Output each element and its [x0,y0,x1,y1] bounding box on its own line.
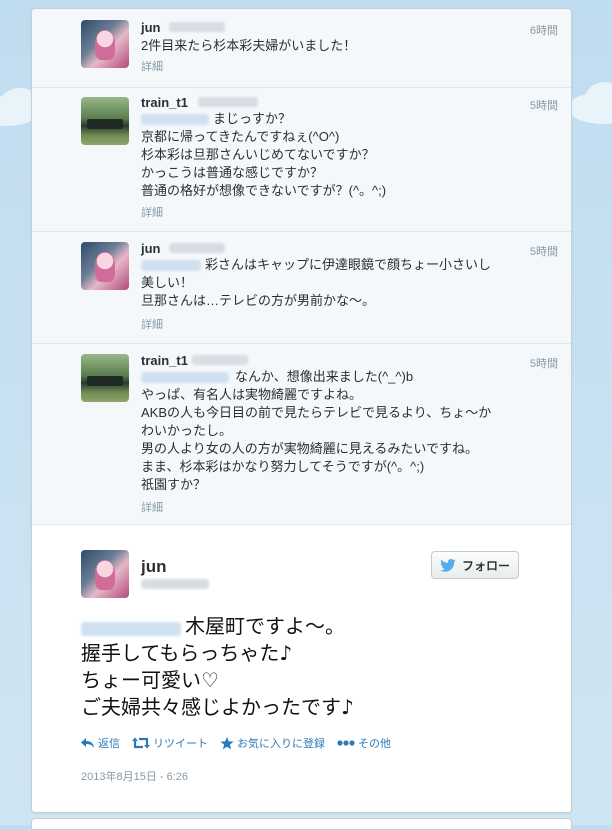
tweet-actions: 返信 リツイート お気に入りに登録 その他 [81,735,391,751]
tweet-text: 彩さんはキャップに伊達眼鏡で顔ちょー小さいし 美しい！ 旦那さんは…テレビの方が… [141,257,492,308]
reply-tweet[interactable]: jun 6時間 2件目来たら杉本彩夫婦がいました！ 詳細 [32,9,571,88]
username[interactable]: train_t1 [141,95,188,110]
reply-arrow-icon [81,737,94,748]
tweet-time[interactable]: 6時間 [498,22,558,38]
star-icon [220,736,234,749]
reply-action[interactable]: 返信 [81,735,120,751]
username[interactable]: jun [141,20,161,35]
retweet-icon [132,737,150,749]
redacted-handle [141,579,209,589]
more-action[interactable]: その他 [337,735,391,751]
main-username[interactable]: jun [141,557,167,577]
reply-tweet[interactable]: train_t1 5時間 まじっすか？ 京都に帰ってきたんですねぇ(^O^) 杉… [32,88,571,232]
redacted-handle [169,22,225,32]
reply-label: 返信 [98,738,120,750]
user-avatar[interactable] [81,242,129,290]
tweet-text: なんか、想像出来ました(^_^)b やっぱ、有名人は実物綺麗ですよね。 AKBの… [141,369,492,492]
main-tweet-line: 木屋町ですよ〜。 [185,614,345,638]
tweet-text: 2件目来たら杉本彩夫婦がいました！ [141,38,357,53]
tweet-text: まじっすか？ 京都に帰ってきたんですねぇ(^O^) 杉本彩は旦那さんいじめてない… [141,111,387,198]
tweet-timestamp[interactable]: 2013年8月15日 - 6:26 [81,768,188,784]
redacted-handle [169,243,225,253]
favorite-label: お気に入りに登録 [237,738,325,750]
details-link[interactable]: 詳細 [141,316,163,332]
user-avatar[interactable] [81,354,129,402]
retweet-action[interactable]: リツイート [132,735,208,751]
main-tweet-line: ちょー可愛い♡ [81,668,219,692]
retweet-label: リツイート [153,738,208,750]
more-dots-icon [337,740,355,746]
details-link[interactable]: 詳細 [141,58,163,74]
main-tweet-text: 木屋町ですよ〜。 握手してもらっちゃた♪ ちょー可愛い♡ ご夫婦共々感じよかった… [81,613,541,721]
details-link[interactable]: 詳細 [141,204,163,220]
main-tweet-line: 握手してもらっちゃた♪ [81,641,293,665]
details-link[interactable]: 詳細 [141,499,163,515]
main-user-avatar[interactable] [81,550,129,598]
follow-button[interactable]: フォロー [431,551,519,579]
conversation-panel: jun 6時間 2件目来たら杉本彩夫婦がいました！ 詳細 train_t1 5時… [31,8,572,813]
user-avatar[interactable] [81,20,129,68]
favorite-action[interactable]: お気に入りに登録 [220,735,325,751]
user-avatar[interactable] [81,97,129,145]
username[interactable]: jun [141,241,161,256]
reply-tweet[interactable]: jun 5時間 彩さんはキャップに伊達眼鏡で顔ちょー小さいし 美しい！ 旦那さん… [32,232,571,344]
main-tweet-line: ご夫婦共々感じよかったです♪ [81,695,354,719]
redacted-handle [198,97,258,107]
follow-label: フォロー [461,558,510,573]
next-panel-edge [31,818,572,830]
reply-tweet[interactable]: train_t1 5時間 なんか、想像出来ました(^_^)b やっぱ、有名人は実… [32,344,571,525]
more-label: その他 [358,738,391,750]
twitter-bird-icon [440,558,456,572]
username[interactable]: train_t1 [141,353,188,368]
redacted-handle [192,355,248,365]
